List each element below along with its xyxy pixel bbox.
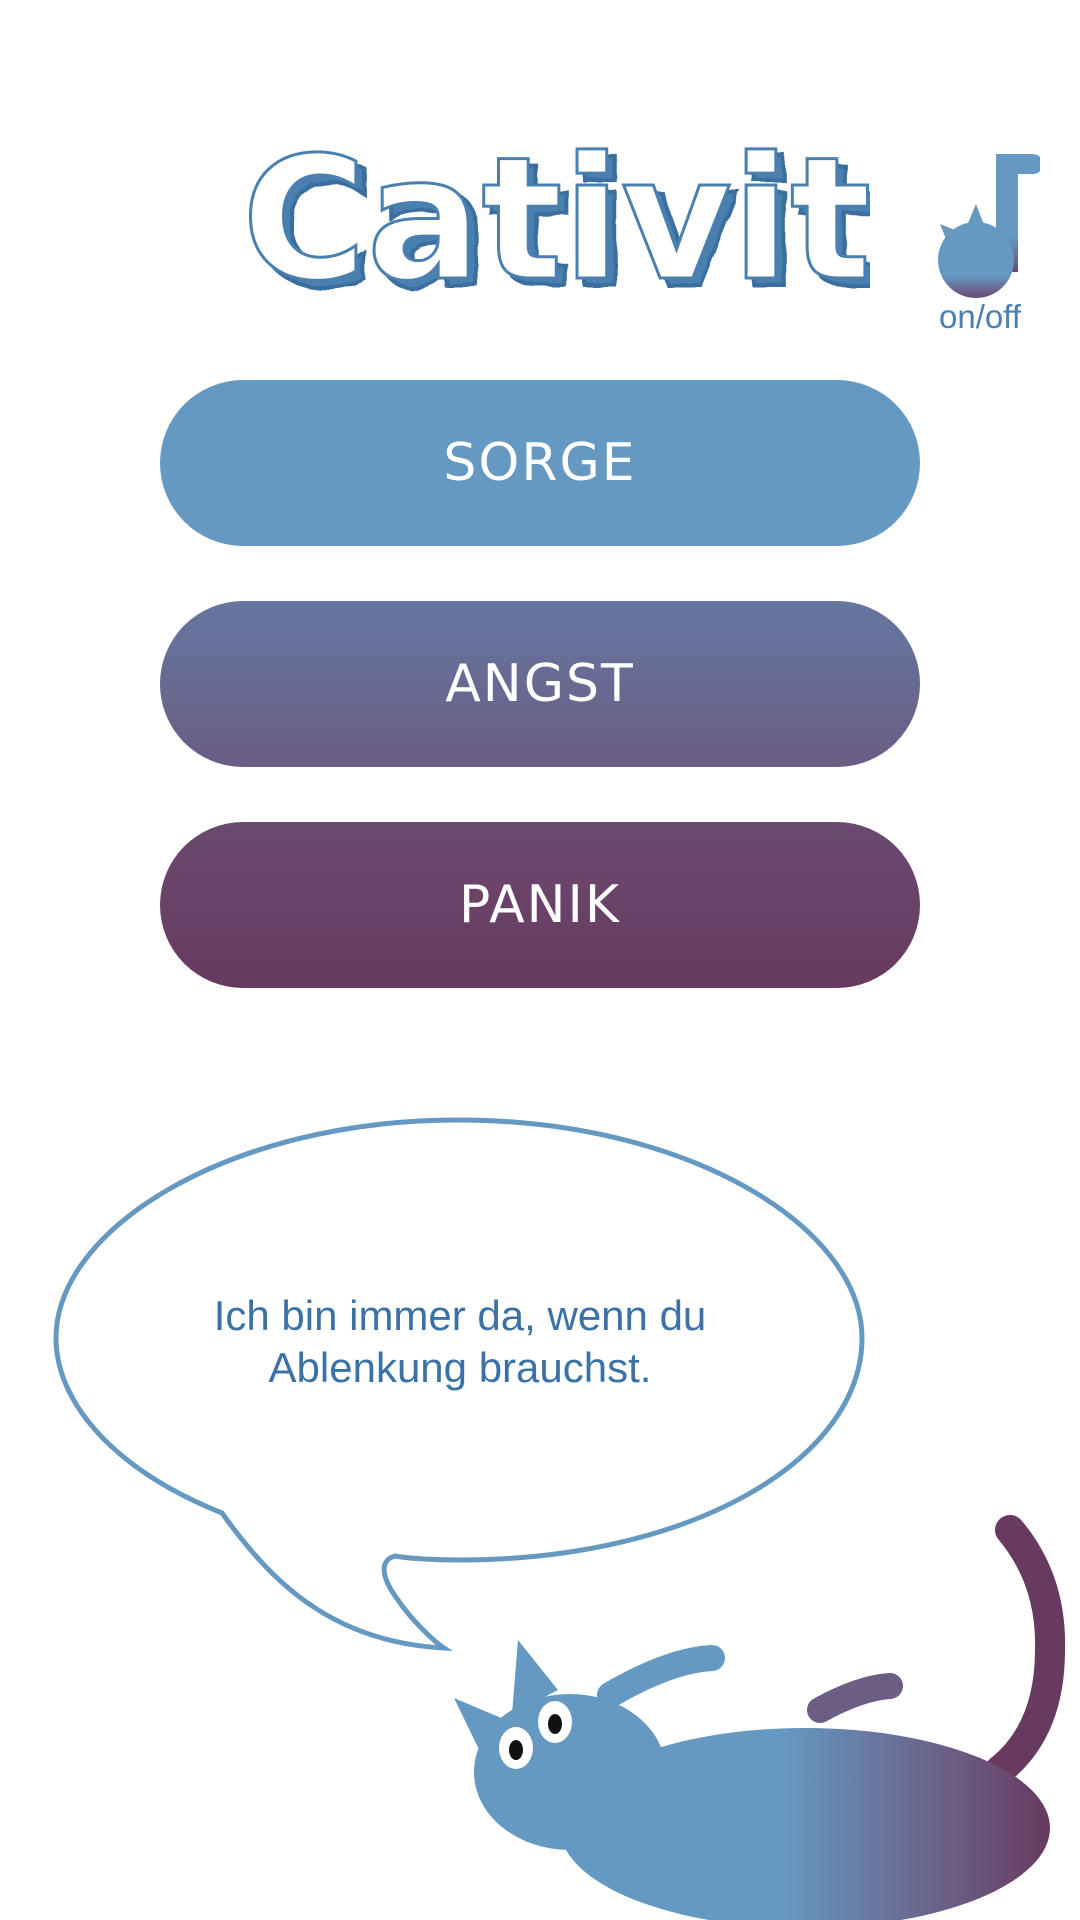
cat-music-note-icon bbox=[938, 154, 1042, 298]
angst-button[interactable]: ANGST bbox=[160, 601, 920, 767]
speech-line-2: Ablenkung brauchst. bbox=[268, 1344, 652, 1391]
music-toggle-label: on/off bbox=[939, 298, 1021, 335]
speech-text: Ich bin immer da, wenn du Ablenkung brau… bbox=[140, 1290, 780, 1394]
cat-mascot bbox=[454, 1515, 1066, 1920]
sorge-button[interactable]: SORGE bbox=[160, 380, 920, 546]
speech-line-1: Ich bin immer da, wenn du bbox=[213, 1292, 707, 1339]
app-title-text: Cativity bbox=[242, 121, 870, 319]
app-title: Cativity Cativity bbox=[230, 120, 993, 340]
music-toggle-button[interactable]: on/off bbox=[920, 150, 1042, 340]
panik-button[interactable]: PANIK bbox=[160, 822, 920, 988]
